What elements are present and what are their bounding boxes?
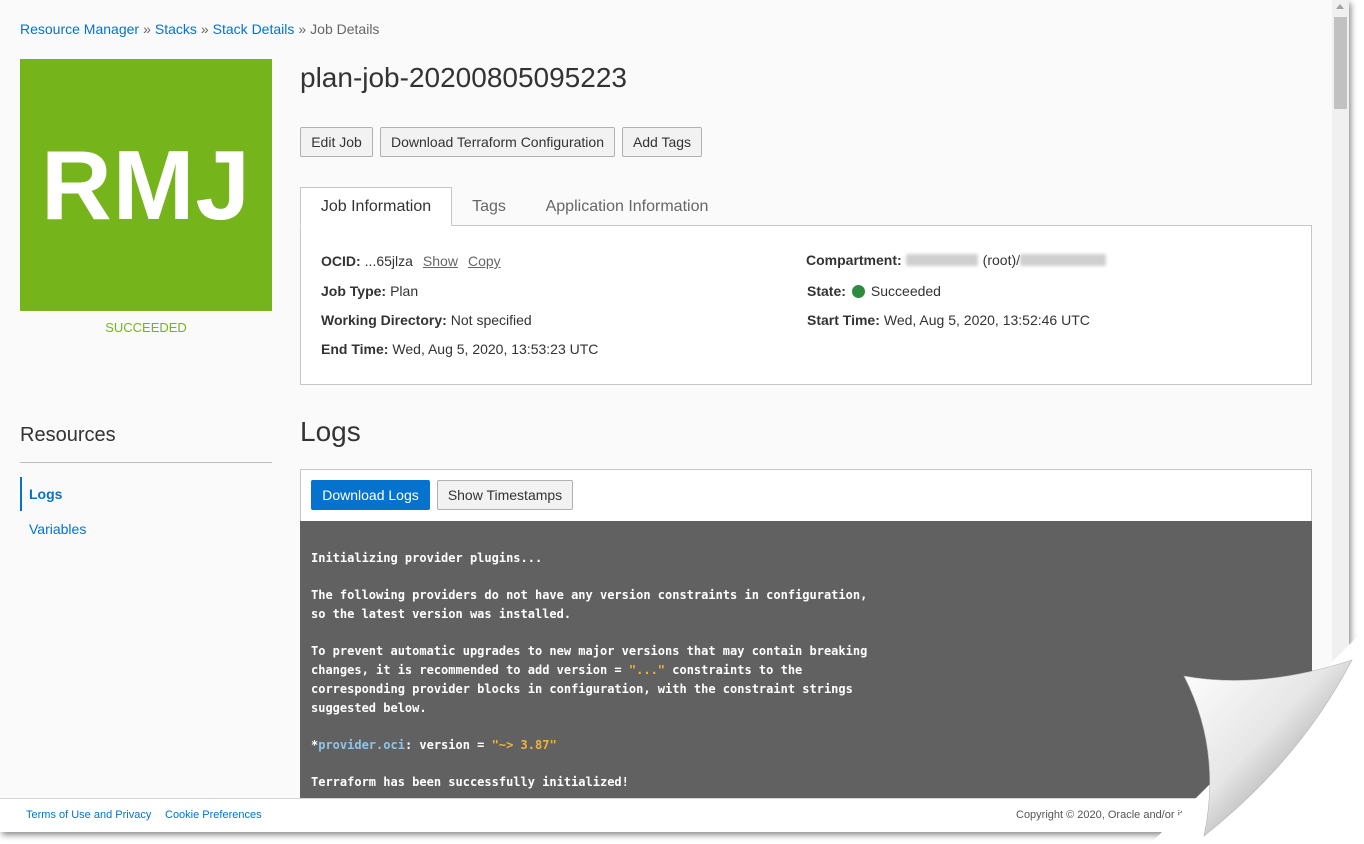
log-blank-line bbox=[311, 718, 1301, 736]
log-blank-line bbox=[311, 624, 1301, 642]
log-line-provider: *provider.oci: version = "~> 3.87" bbox=[311, 738, 557, 752]
log-blank-line bbox=[311, 568, 1301, 586]
scroll-up-arrow-icon[interactable] bbox=[1336, 4, 1344, 9]
job-type-value: Plan bbox=[390, 283, 419, 299]
log-line: Terraform has been successfully initiali… bbox=[311, 775, 629, 789]
tab-application-information[interactable]: Application Information bbox=[536, 187, 718, 226]
log-line: Initializing provider plugins... bbox=[311, 551, 543, 565]
terms-of-use-link[interactable]: Terms of Use and Privacy bbox=[26, 809, 151, 821]
log-line: so the latest version was installed. bbox=[311, 607, 572, 621]
breadcrumb-stack-details[interactable]: Stack Details bbox=[213, 21, 295, 37]
breadcrumb-separator: » bbox=[200, 21, 209, 37]
log-line: The following providers do not have any … bbox=[311, 588, 868, 602]
page-title: plan-job-20200805095223 bbox=[300, 62, 627, 93]
resources-item-logs[interactable]: Logs bbox=[20, 477, 62, 511]
ocid-row: OCID: ...65jlza Show Copy bbox=[321, 253, 501, 269]
breadcrumb-separator: » bbox=[298, 21, 307, 37]
ocid-show-link[interactable]: Show bbox=[423, 253, 458, 269]
end-time-label: End Time: bbox=[321, 341, 389, 357]
resources-title: Resources bbox=[20, 424, 116, 446]
resources-item-variables[interactable]: Variables bbox=[20, 512, 86, 546]
resources-divider bbox=[20, 462, 272, 463]
state-row: State: Succeeded bbox=[807, 283, 941, 299]
state-succeeded-icon bbox=[851, 284, 865, 298]
download-logs-button[interactable]: Download Logs bbox=[311, 480, 430, 510]
edit-job-button[interactable]: Edit Job bbox=[300, 127, 373, 157]
log-blank-line bbox=[311, 755, 1301, 773]
log-string: "..." bbox=[628, 663, 666, 677]
compartment-row: Compartment: (root)/ bbox=[806, 252, 1107, 268]
ocid-copy-link[interactable]: Copy bbox=[468, 253, 501, 269]
breadcrumb-resource-manager[interactable]: Resource Manager bbox=[20, 21, 139, 37]
working-directory-row: Working Directory: Not specified bbox=[321, 312, 532, 328]
page: Resource Manager» Stacks» Stack Details» Jo… bbox=[0, 0, 1349, 832]
compartment-name-redacted bbox=[1020, 254, 1107, 266]
breadcrumb-separator: » bbox=[143, 21, 151, 37]
logs-title: Logs bbox=[300, 416, 361, 447]
copyright-text: Copyright © 2020, Oracle and/or its aff bbox=[1016, 809, 1204, 821]
tab-job-information[interactable]: Job Information bbox=[300, 187, 452, 226]
job-type-row: Job Type: Plan bbox=[321, 283, 418, 299]
log-line: To prevent automatic upgrades to new maj… bbox=[311, 644, 868, 658]
show-timestamps-button[interactable]: Show Timestamps bbox=[437, 480, 573, 510]
job-badge: RMJ bbox=[20, 59, 272, 311]
logs-toolbar: Download Logs Show Timestamps bbox=[300, 469, 1312, 521]
ocid-label: OCID: bbox=[321, 253, 361, 269]
compartment-root: (root)/ bbox=[982, 252, 1021, 268]
breadcrumb: Resource Manager» Stacks» Stack Details» Jo… bbox=[20, 21, 379, 37]
job-type-label: Job Type: bbox=[321, 283, 387, 299]
cookie-preferences-link[interactable]: Cookie Preferences bbox=[165, 809, 262, 821]
compartment-redacted bbox=[905, 254, 978, 266]
ocid-value: ...65jlza bbox=[364, 253, 413, 269]
download-terraform-configuration-button[interactable]: Download Terraform Configuration bbox=[380, 127, 615, 157]
start-time-row: Start Time: Wed, Aug 5, 2020, 13:52:46 U… bbox=[807, 312, 1090, 328]
log-line: suggested below. bbox=[311, 701, 427, 715]
breadcrumb-current: Job Details bbox=[310, 21, 380, 37]
tab-tags[interactable]: Tags bbox=[460, 187, 518, 226]
job-badge-text: RMJ bbox=[41, 129, 251, 240]
state-label: State: bbox=[807, 283, 846, 299]
vertical-scrollbar[interactable] bbox=[1332, 0, 1349, 798]
job-badge-status: SUCCEEDED bbox=[105, 320, 187, 335]
scroll-thumb[interactable] bbox=[1334, 17, 1347, 109]
end-time-value: Wed, Aug 5, 2020, 13:53:23 UTC bbox=[392, 341, 599, 357]
log-version-string: "~> 3.87" bbox=[491, 738, 557, 752]
footer: Terms of Use and Privacy Cookie Preferen… bbox=[0, 798, 1349, 832]
start-time-label: Start Time: bbox=[807, 312, 880, 328]
log-line-version-hint: changes, it is recommended to add versio… bbox=[311, 663, 803, 677]
working-directory-label: Working Directory: bbox=[321, 312, 447, 328]
state-value: Succeeded bbox=[870, 283, 941, 299]
log-output[interactable]: Initializing provider plugins... The fol… bbox=[300, 521, 1312, 811]
add-tags-button[interactable]: Add Tags bbox=[622, 127, 702, 157]
breadcrumb-stacks[interactable]: Stacks bbox=[155, 21, 197, 37]
compartment-label: Compartment: bbox=[806, 252, 902, 268]
start-time-value: Wed, Aug 5, 2020, 13:52:46 UTC bbox=[883, 312, 1090, 328]
end-time-row: End Time: Wed, Aug 5, 2020, 13:53:23 UTC bbox=[321, 341, 598, 357]
log-provider-name: provider.oci bbox=[318, 738, 405, 752]
job-information-panel: OCID: ...65jlza Show Copy Job Type: Plan… bbox=[300, 225, 1312, 385]
working-directory-value: Not specified bbox=[450, 312, 532, 328]
log-line: corresponding provider blocks in configu… bbox=[311, 682, 853, 696]
